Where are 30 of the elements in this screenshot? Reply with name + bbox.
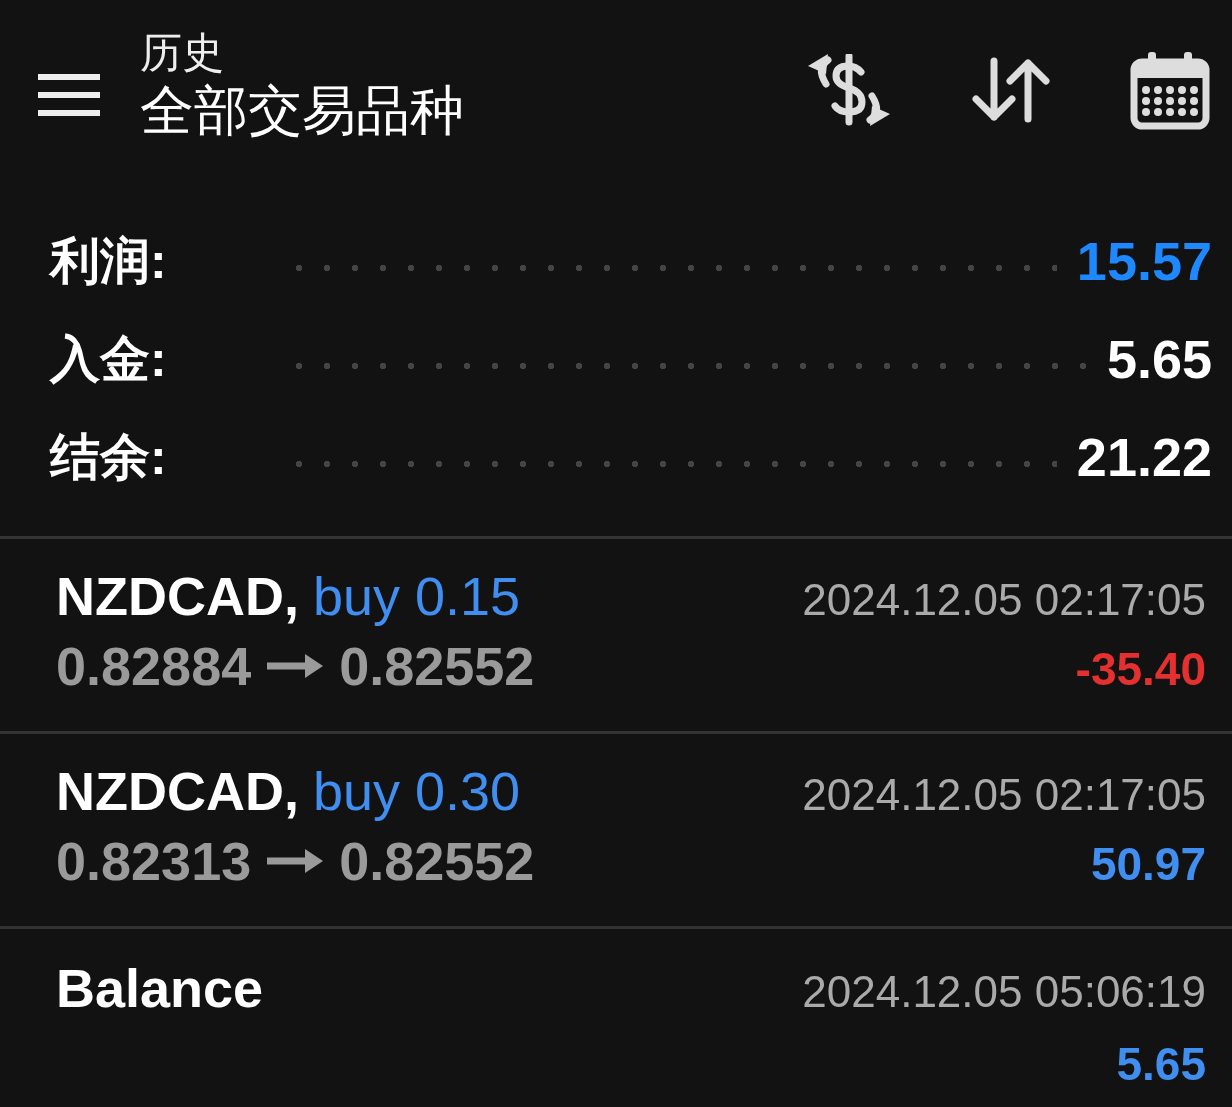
deal-profit: -35.40 [1075, 642, 1206, 696]
deal-time: 2024.12.05 05:06:19 [802, 967, 1206, 1017]
open-price: 0.82884 [56, 635, 252, 697]
deal-row[interactable]: NZDCAD, buy 0.15 2024.12.05 02:17:05 0.82884 0.82552 -35.40 [0, 539, 1232, 734]
menu-icon[interactable] [38, 74, 100, 116]
close-price: 0.82552 [339, 830, 535, 892]
screen-title: 历史 [140, 28, 225, 78]
summary-value: 21.22 [1076, 426, 1212, 488]
open-price: 0.82313 [56, 830, 252, 892]
deal-direction: buy 0.30 [313, 760, 521, 822]
deal-direction: buy 0.15 [313, 565, 521, 627]
deal-time: 2024.12.05 02:17:05 [802, 770, 1206, 820]
summary-label: 利润: [50, 231, 168, 291]
summary-label: 结余: [50, 427, 168, 487]
deal-row[interactable]: Balance 2024.12.05 05:06:19 5.65 [0, 929, 1232, 1107]
deal-symbol: NZDCAD, [56, 565, 299, 627]
symbol-filter-title[interactable]: 全部交易品种 [140, 78, 806, 142]
deal-symbol: Balance [56, 957, 264, 1019]
deal-time: 2024.12.05 02:17:05 [802, 575, 1206, 625]
summary-value: 15.57 [1076, 230, 1212, 292]
deal-symbol: NZDCAD, [56, 760, 299, 822]
summary-label: 入金: [50, 329, 168, 389]
dollar-exchange-icon[interactable] [806, 54, 892, 126]
sort-icon[interactable] [972, 57, 1050, 123]
deal-profit: 50.97 [1090, 837, 1206, 891]
summary-value: 5.65 [1106, 328, 1212, 390]
deal-profit: 5.65 [1116, 1037, 1206, 1091]
calendar-icon[interactable] [1130, 50, 1210, 130]
close-price: 0.82552 [339, 635, 535, 697]
deal-row[interactable]: NZDCAD, buy 0.30 2024.12.05 02:17:05 0.82313 0.82552 50.97 [0, 734, 1232, 929]
